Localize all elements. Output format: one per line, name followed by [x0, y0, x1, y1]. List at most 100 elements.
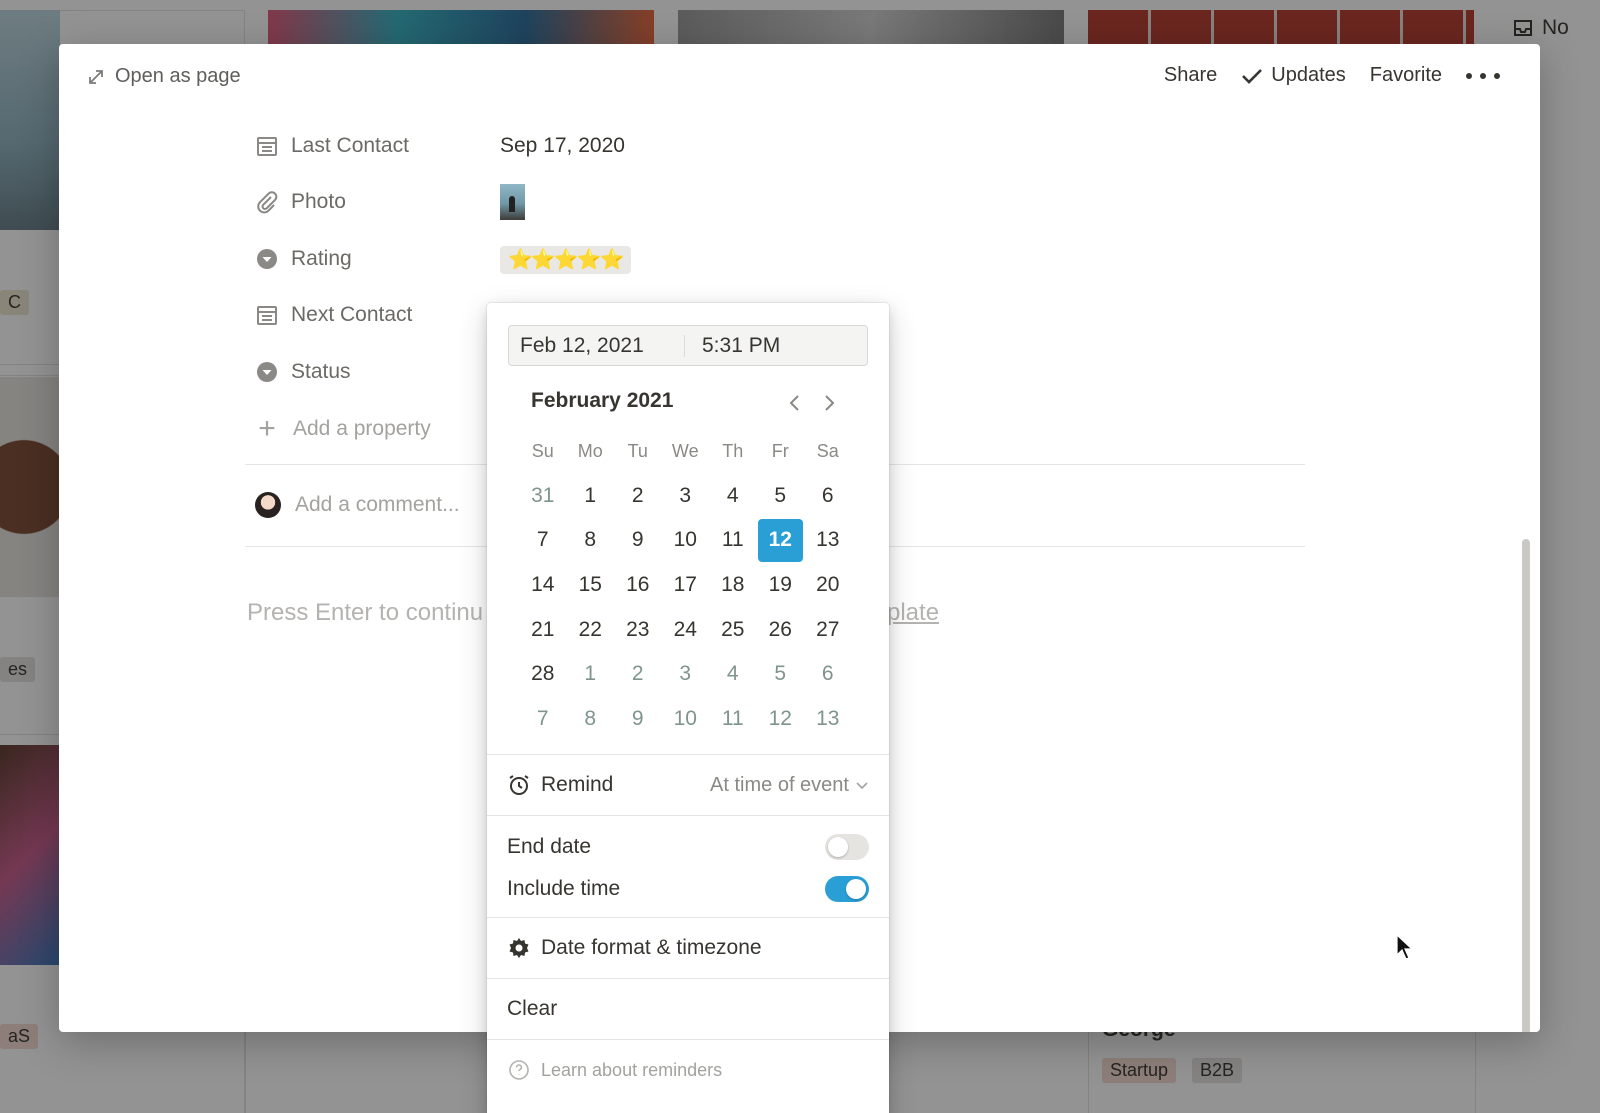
alarm-clock-icon: [509, 775, 529, 795]
calendar-day[interactable]: 2: [614, 474, 662, 519]
gear-icon: [509, 938, 529, 958]
calendar-day[interactable]: 20: [804, 563, 852, 608]
weekday-header: Tu: [627, 440, 648, 461]
photo-thumbnail[interactable]: [500, 184, 525, 220]
time-input[interactable]: 5:31 PM: [702, 334, 780, 358]
add-property-label: Add a property: [293, 417, 431, 440]
more-options-button[interactable]: [1466, 72, 1500, 79]
calendar-day[interactable]: 3: [662, 652, 710, 697]
calendar-day[interactable]: 19: [757, 563, 805, 608]
calendar-day[interactable]: 14: [519, 563, 567, 608]
calendar-day[interactable]: 10: [662, 518, 710, 563]
learn-reminders-link[interactable]: Learn about reminders: [507, 1057, 869, 1083]
include-time-label: Include time: [507, 877, 621, 900]
property-name[interactable]: Last Contact: [255, 134, 495, 158]
month-label: February 2021: [531, 389, 674, 412]
end-date-row[interactable]: End date: [507, 833, 869, 861]
divider: [487, 1039, 889, 1040]
calendar-day[interactable]: 7: [519, 697, 567, 742]
open-as-page-button[interactable]: Open as page: [87, 65, 241, 88]
date-format-button[interactable]: Date format & timezone: [507, 934, 869, 962]
calendar-day[interactable]: 8: [567, 518, 615, 563]
calendar-day[interactable]: 28: [519, 652, 567, 697]
comment-input[interactable]: Add a comment...: [255, 492, 460, 518]
calendar-day[interactable]: 1: [567, 652, 615, 697]
comment-placeholder: Add a comment...: [295, 493, 460, 516]
clear-label: Clear: [507, 997, 558, 1020]
modal-scrollbar[interactable]: [1518, 114, 1532, 1032]
calendar-day[interactable]: 5: [757, 474, 805, 519]
calendar-day[interactable]: 23: [614, 607, 662, 652]
calendar-day[interactable]: 17: [662, 563, 710, 608]
calendar-day[interactable]: 5: [757, 652, 805, 697]
calendar-day[interactable]: 25: [709, 607, 757, 652]
calendar-day[interactable]: 26: [757, 607, 805, 652]
calendar-day[interactable]: 2: [614, 652, 662, 697]
remind-dropdown[interactable]: At time of event: [710, 774, 869, 797]
chevron-down-icon: [856, 782, 868, 790]
calendar-day[interactable]: 24: [662, 607, 710, 652]
calendar-day[interactable]: 3: [662, 474, 710, 519]
check-icon: [1242, 68, 1263, 84]
calendar-day[interactable]: 6: [804, 474, 852, 519]
weekday-header: Su: [531, 440, 554, 461]
calendar-day[interactable]: 4: [709, 652, 757, 697]
calendar-day[interactable]: 21: [519, 607, 567, 652]
chevron-left-icon[interactable]: [783, 391, 807, 415]
calendar-day[interactable]: 18: [709, 563, 757, 608]
end-date-label: End date: [507, 835, 592, 858]
calendar-day-selected[interactable]: 12: [757, 519, 803, 562]
weekday-header: We: [671, 440, 699, 461]
updates-button[interactable]: Updates: [1241, 64, 1346, 87]
remind-label: Remind: [541, 773, 614, 796]
include-time-row[interactable]: Include time: [507, 875, 869, 903]
template-link[interactable]: plate: [887, 599, 939, 627]
calendar-day[interactable]: 9: [614, 518, 662, 563]
calendar-day[interactable]: 10: [662, 697, 710, 742]
date-time-input: Feb 12, 2021 5:31 PM: [508, 325, 868, 366]
calendar-day[interactable]: 8: [567, 697, 615, 742]
calendar-day[interactable]: 11: [709, 697, 757, 742]
calendar-day[interactable]: 12: [757, 697, 805, 742]
calendar-day[interactable]: 6: [804, 652, 852, 697]
calendar-day[interactable]: 13: [804, 697, 852, 742]
remind-row[interactable]: Remind At time of event: [507, 771, 869, 799]
property-name[interactable]: Rating: [255, 247, 495, 271]
include-time-toggle[interactable]: [825, 876, 869, 902]
calendar-day[interactable]: 13: [804, 518, 852, 563]
calendar-day[interactable]: 16: [614, 563, 662, 608]
divider: [487, 978, 889, 979]
divider: [487, 917, 889, 918]
share-button[interactable]: Share: [1164, 64, 1217, 87]
calendar-day[interactable]: 31: [519, 474, 567, 519]
calendar-day[interactable]: 4: [709, 474, 757, 519]
clear-button[interactable]: Clear: [507, 995, 869, 1023]
paperclip-icon: [257, 191, 278, 214]
more-dot-icon: [1494, 72, 1500, 79]
calendar-day[interactable]: 27: [804, 607, 852, 652]
plus-icon: +: [258, 412, 276, 445]
calendar-day[interactable]: 7: [519, 518, 567, 563]
scrollbar-thumb[interactable]: [1522, 539, 1530, 1032]
open-as-page-label: Open as page: [115, 65, 241, 87]
chevron-right-icon[interactable]: [817, 391, 841, 415]
property-name[interactable]: Next Contact: [255, 303, 495, 327]
property-value[interactable]: ⭐⭐⭐⭐⭐: [500, 245, 631, 274]
date-input[interactable]: Feb 12, 2021: [520, 334, 644, 358]
learn-label: Learn about reminders: [541, 1059, 723, 1080]
property-label: Last Contact: [291, 134, 409, 157]
property-value[interactable]: Sep 17, 2020: [500, 134, 625, 158]
toggle-knob: [828, 837, 848, 857]
calendar-day[interactable]: 22: [567, 607, 615, 652]
calendar-day[interactable]: 11: [709, 518, 757, 563]
end-date-toggle[interactable]: [825, 834, 869, 860]
property-name[interactable]: Photo: [255, 190, 495, 214]
add-property-button[interactable]: + Add a property: [255, 412, 431, 445]
property-value[interactable]: [500, 184, 525, 220]
select-icon: [257, 362, 277, 382]
favorite-button[interactable]: Favorite: [1370, 64, 1442, 87]
calendar-day[interactable]: 9: [614, 697, 662, 742]
calendar-day[interactable]: 15: [567, 563, 615, 608]
calendar-day[interactable]: 1: [567, 474, 615, 519]
property-name[interactable]: Status: [255, 360, 495, 384]
